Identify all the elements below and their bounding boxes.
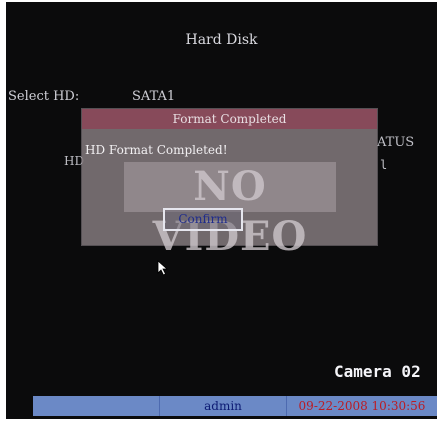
status-bar-blank-segment xyxy=(33,396,160,416)
page-title: Hard Disk xyxy=(185,32,258,48)
mouse-pointer-icon xyxy=(157,260,169,276)
select-hd-label: Select HD: xyxy=(8,89,80,104)
status-bar: admin 09-22-2008 10:30:56 xyxy=(33,396,437,416)
status-column-header: ATUS xyxy=(377,135,415,150)
status-column-fragment: l xyxy=(380,158,388,172)
confirm-button[interactable]: Confirm xyxy=(163,208,243,231)
dialog-message: HD Format Completed! xyxy=(85,143,228,157)
status-bar-datetime: 09-22-2008 10:30:56 xyxy=(298,399,426,413)
dvr-screen: Hard Disk Select HD: SATA1 HD ATUS l For… xyxy=(6,2,437,419)
select-hd-value[interactable]: SATA1 xyxy=(132,89,175,104)
format-completed-dialog: Format Completed HD Format Completed! NO… xyxy=(82,109,377,260)
no-video-overlay: NO VIDEO xyxy=(124,162,336,260)
dialog-title: Format Completed xyxy=(82,109,377,129)
camera-label: Camera 02 xyxy=(334,362,421,381)
status-bar-user: admin xyxy=(160,396,287,416)
